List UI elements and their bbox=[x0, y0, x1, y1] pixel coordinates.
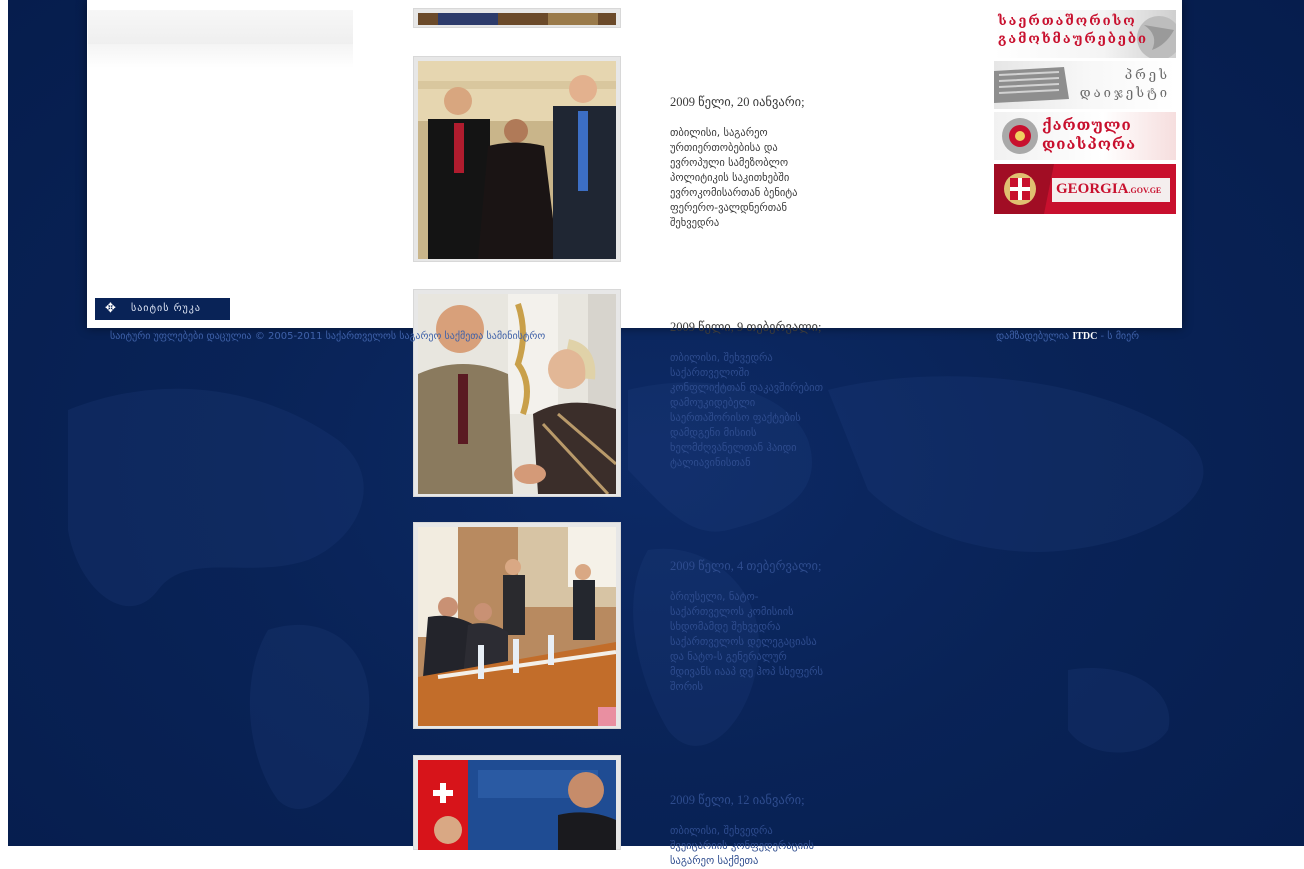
banner-label: GEORGIA bbox=[1056, 181, 1129, 197]
photo-swiss-meeting bbox=[418, 760, 616, 850]
banner-line1: საერთაშორისო bbox=[998, 14, 1137, 29]
news-caption-4[interactable]: 2009 წელი, 12 იანვარი; თბილისი, შეხვედრა… bbox=[670, 778, 880, 869]
banner-georgia-gov[interactable]: GEORGIA.GOV.GE bbox=[994, 164, 1176, 214]
news-text: თბილისი, შეხვედრა საქართველოში კონფლიქტთ… bbox=[670, 352, 824, 469]
banner-georgian-diaspora[interactable]: ქართული დიასპორა bbox=[994, 112, 1176, 160]
photo-nato-meeting bbox=[418, 527, 616, 726]
left-column-box bbox=[88, 10, 353, 44]
news-text: ბრიუსელი, ნატო- საქართველოს კომისიის სხდ… bbox=[670, 591, 823, 693]
news-text: თბილისი, შეხვედრა შვეიცარიის კონფედერაცი… bbox=[670, 825, 815, 867]
banner-line2: დაიჯესტი bbox=[1079, 86, 1170, 101]
footer-credits-suffix: - ს მიერ bbox=[1100, 331, 1140, 342]
news-text: თბილისი, საგარეო ურთიერთობებისა და ევროპ… bbox=[670, 127, 798, 229]
footer-credits-prefix: დამზადებულია bbox=[996, 331, 1070, 342]
banner-line2: გამოხმაურებები bbox=[998, 32, 1148, 47]
news-date: 2009 წელი, 9 თებერვალი; bbox=[670, 320, 822, 334]
banner-suffix: .GOV.GE bbox=[1128, 186, 1162, 195]
developer-link[interactable]: ITDC bbox=[1072, 331, 1097, 342]
news-photo-4[interactable] bbox=[413, 755, 621, 850]
photo-partial bbox=[418, 13, 616, 25]
left-column-box-shadow bbox=[88, 44, 353, 68]
emblem-icon bbox=[1002, 118, 1038, 154]
footer-copyright: საიტური უფლებები დაცულია © 2005-2011 საქ… bbox=[110, 331, 546, 342]
photo-meeting-1 bbox=[418, 61, 616, 259]
news-photo-3[interactable] bbox=[413, 522, 621, 729]
site-map-button[interactable]: ✥ საიტის რუკა bbox=[95, 298, 230, 320]
footer-credits: დამზადებულია ITDC - ს მიერ bbox=[996, 331, 1139, 342]
news-caption-2[interactable]: 2009 წელი, 9 თებერვალი; თბილისი, შეხვედრ… bbox=[670, 305, 880, 471]
news-date: 2009 წელი, 4 თებერვალი; bbox=[670, 559, 822, 573]
news-caption-3[interactable]: 2009 წელი, 4 თებერვალი; ბრიუსელი, ნატო- … bbox=[670, 544, 880, 695]
banner-line2: დიასპორა bbox=[1042, 135, 1137, 153]
banner-international-reactions[interactable]: საერთაშორისო გამოხმაურებები bbox=[994, 10, 1176, 58]
banner-line1: პრეს bbox=[1124, 68, 1170, 83]
news-date: 2009 წელი, 12 იანვარი; bbox=[670, 793, 805, 807]
compass-icon: ✥ bbox=[105, 301, 117, 316]
news-photo-2[interactable] bbox=[413, 289, 621, 497]
banner-line1: ქართული bbox=[1042, 116, 1132, 134]
banner-press-digest[interactable]: პრეს დაიჯესტი bbox=[994, 61, 1176, 109]
news-photo-top[interactable] bbox=[413, 8, 621, 28]
world-map-decoration bbox=[68, 376, 1204, 809]
photo-handshake bbox=[418, 294, 616, 494]
news-photo-1[interactable] bbox=[413, 56, 621, 262]
news-date: 2009 წელი, 20 იანვარი; bbox=[670, 95, 805, 109]
site-map-label: საიტის რუკა bbox=[131, 303, 201, 314]
news-caption-1[interactable]: 2009 წელი, 20 იანვარი; თბილისი, საგარეო … bbox=[670, 80, 880, 231]
